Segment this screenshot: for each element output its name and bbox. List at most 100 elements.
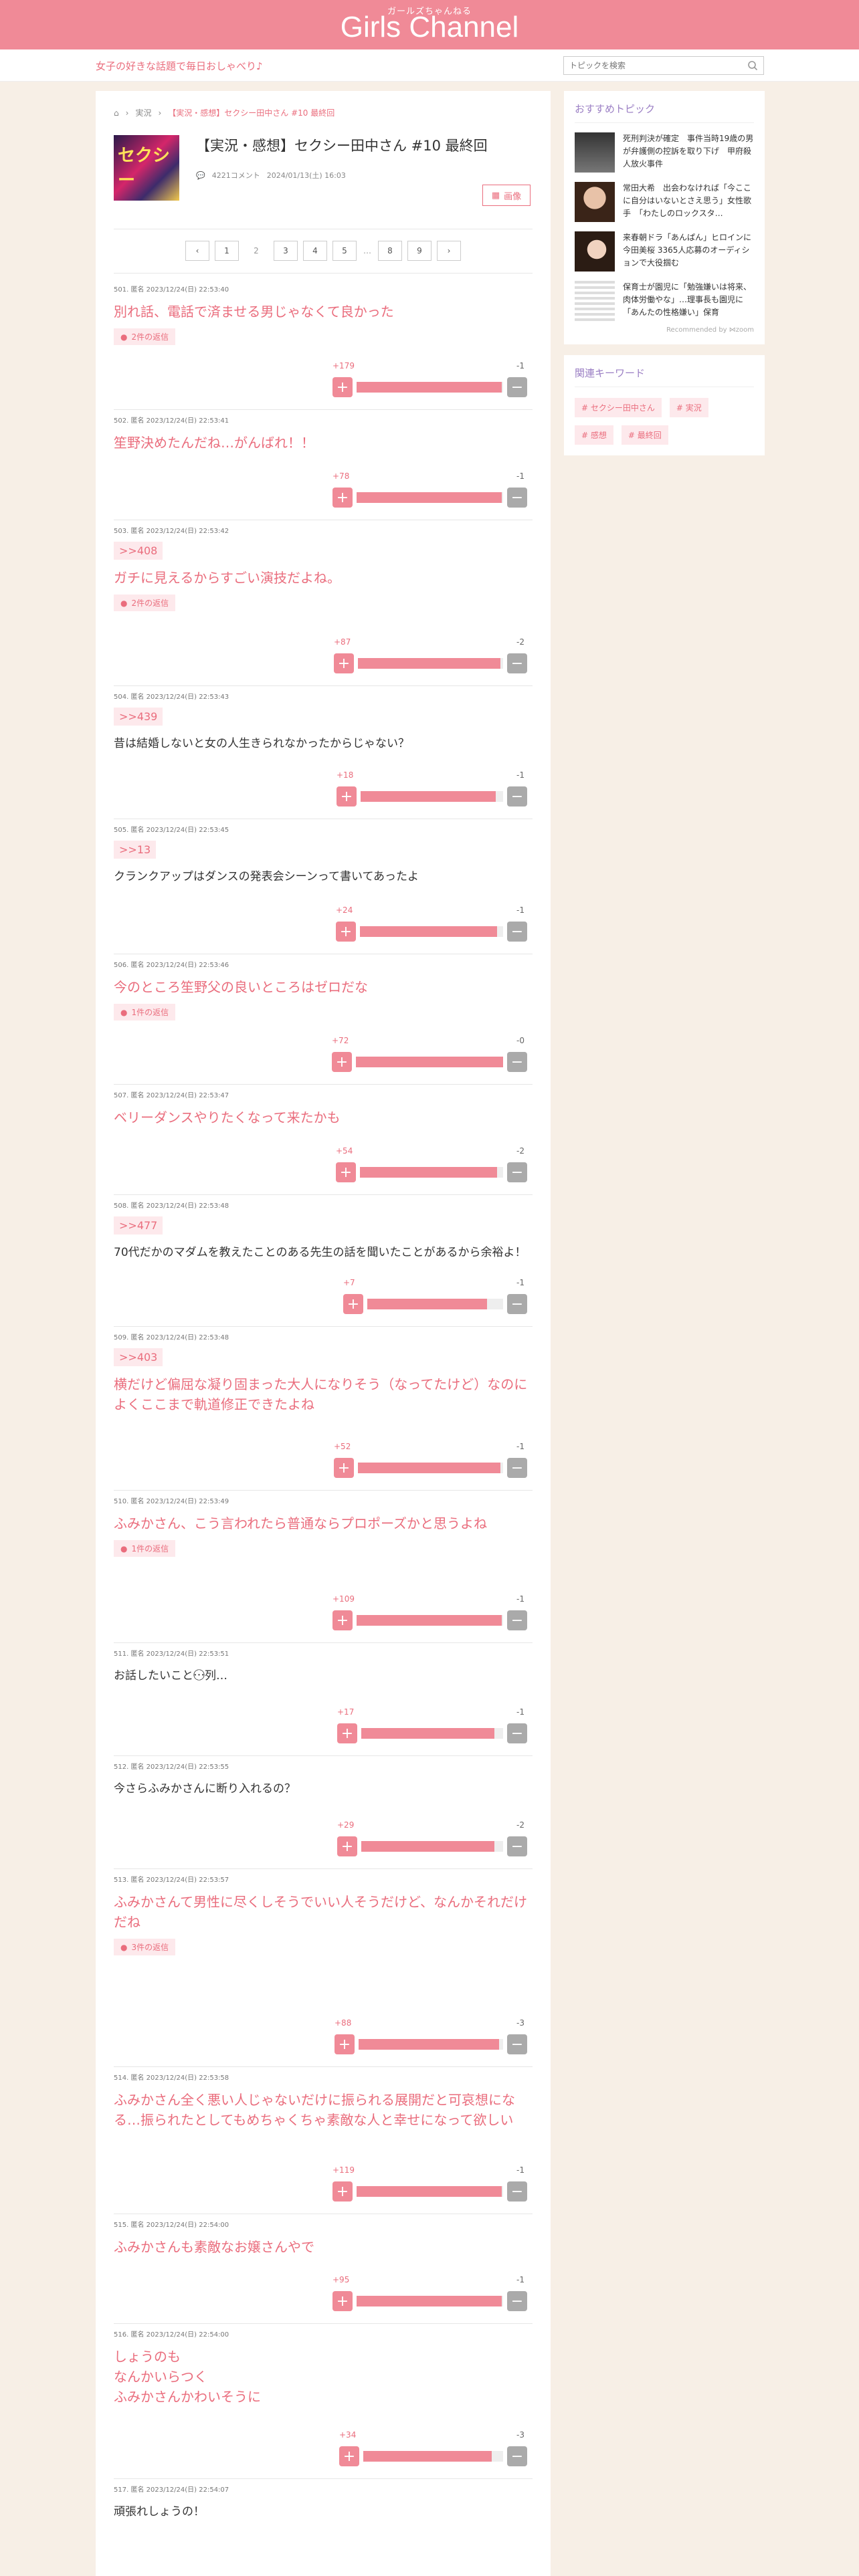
reply-anchor[interactable]: >>439: [114, 708, 163, 726]
keyword-tag[interactable]: # セクシー田中さん: [575, 398, 662, 417]
plus-count: +24: [336, 905, 353, 915]
plus-vote-button[interactable]: +: [337, 1723, 357, 1743]
search-icon[interactable]: [747, 60, 758, 71]
minus-vote-button[interactable]: −: [507, 1836, 527, 1856]
site-header: ガールズちゃんねる Girls Channel: [0, 0, 859, 49]
speech-bubble-icon: ●: [120, 1942, 128, 1952]
minus-vote-button[interactable]: −: [507, 488, 527, 508]
replies-label: 2件の返信: [131, 599, 169, 608]
pager-item[interactable]: 4: [303, 241, 327, 261]
plus-vote-button[interactable]: +: [337, 786, 357, 807]
plus-vote-button[interactable]: +: [334, 1458, 354, 1478]
home-icon[interactable]: ⌂: [114, 108, 119, 118]
minus-count: -3: [516, 2430, 524, 2440]
comment-header: 513. 匿名 2023/12/24(日) 22:53:57: [114, 1876, 229, 1884]
plus-count: +95: [332, 2275, 350, 2284]
comment-body: 今さらふみかさんに断り入れるの？: [114, 1782, 296, 1796]
keyword-tag[interactable]: # 実況: [669, 398, 708, 417]
plus-vote-button[interactable]: +: [334, 653, 354, 673]
comment-item: 509. 匿名 2023/12/24(日) 22:53:48 >>403 横だけど偏…: [114, 1331, 533, 1495]
minus-vote-button[interactable]: −: [507, 653, 527, 673]
reply-anchor[interactable]: >>403: [114, 1348, 163, 1366]
divider: [114, 1755, 533, 1756]
plus-vote-button[interactable]: +: [332, 2181, 353, 2202]
divider: [114, 1326, 533, 1327]
plus-vote-button[interactable]: +: [336, 1162, 356, 1182]
recommend-text: 常田大希 出会わなければ「今ここに自分はいないとさえ思う」女性歌手 「わたしのロ…: [623, 183, 752, 218]
minus-vote-button[interactable]: −: [507, 2446, 527, 2466]
comment-header: 503. 匿名 2023/12/24(日) 22:53:42: [114, 528, 229, 535]
pager-item[interactable]: 3: [274, 241, 298, 261]
minus-vote-button[interactable]: −: [507, 922, 527, 942]
vote-widget: + − +17 -1: [337, 1707, 527, 1743]
reply-anchor[interactable]: >>477: [114, 1216, 163, 1235]
replies-badge[interactable]: ● 3件の返信: [114, 1939, 176, 1955]
recommend-item[interactable]: 常田大希 出会わなければ「今ここに自分はいないとさえ思う」女性歌手 「わたしのロ…: [575, 182, 754, 222]
comment-item: 514. 匿名 2023/12/24(日) 22:53:58 ふみかさん全く悪い人…: [114, 2072, 533, 2219]
plus-vote-button[interactable]: +: [339, 2446, 359, 2466]
recommend-item[interactable]: 来春朝ドラ「あんぱん」ヒロインに今田美桜 3365人応募のオーディションで大役掴…: [575, 231, 754, 272]
minus-vote-button[interactable]: −: [507, 2034, 527, 2054]
recommend-item[interactable]: 保育士が園児に「勉強嫌いは将来、肉体労働やな」…理事長も園児に「あんたの性格嫌い…: [575, 281, 754, 321]
comment-body: しょうのも なんかいらつく ふみかさんかわいそうに: [114, 2349, 261, 2405]
divider: [114, 273, 533, 274]
minus-vote-button[interactable]: −: [507, 1162, 527, 1182]
minus-vote-button[interactable]: −: [507, 1052, 527, 1072]
recommend-thumb: [575, 182, 615, 222]
vote-bar-fill: [356, 1057, 503, 1067]
pager-item[interactable]: 1: [215, 241, 239, 261]
minus-vote-button[interactable]: −: [507, 1294, 527, 1314]
breadcrumb-category[interactable]: 実況: [135, 107, 151, 118]
pager-item[interactable]: 8: [378, 241, 402, 261]
breadcrumb-current[interactable]: 【実況・感想】セクシー田中さん #10 最終回: [168, 107, 335, 118]
minus-vote-button[interactable]: −: [507, 377, 527, 397]
minus-vote-button[interactable]: −: [507, 1458, 527, 1478]
topic-thumbnail[interactable]: セクシー: [114, 135, 179, 201]
vote-bar-fill: [359, 2039, 499, 2050]
vote-bar: [361, 791, 503, 802]
divider: [114, 409, 533, 410]
plus-vote-button[interactable]: +: [336, 922, 356, 942]
plus-vote-button[interactable]: +: [332, 377, 353, 397]
replies-badge[interactable]: ● 2件の返信: [114, 595, 176, 611]
plus-vote-button[interactable]: +: [332, 488, 353, 508]
minus-vote-button[interactable]: −: [507, 1723, 527, 1743]
replies-badge[interactable]: ● 2件の返信: [114, 328, 176, 345]
minus-count: -2: [516, 1820, 524, 1830]
plus-vote-button[interactable]: +: [332, 1052, 352, 1072]
reply-anchor[interactable]: >>13: [114, 841, 157, 859]
vote-bar-fill: [363, 2451, 492, 2462]
site-logo[interactable]: Girls Channel: [0, 11, 859, 44]
comment-header: 509. 匿名 2023/12/24(日) 22:53:48: [114, 1334, 229, 1341]
keyword-tag[interactable]: # 感想: [575, 425, 613, 445]
minus-count: -2: [516, 1146, 524, 1156]
vote-bar: [358, 1463, 503, 1473]
minus-vote-button[interactable]: −: [507, 786, 527, 807]
minus-vote-button[interactable]: −: [507, 1610, 527, 1630]
replies-badge[interactable]: ● 1件の返信: [114, 1004, 176, 1021]
keyword-tag[interactable]: # 最終回: [621, 425, 668, 445]
plus-vote-button[interactable]: +: [337, 1836, 357, 1856]
image-button[interactable]: ▦ 画像: [482, 185, 531, 206]
minus-vote-button[interactable]: −: [507, 2181, 527, 2202]
pager-item[interactable]: 9: [407, 241, 432, 261]
replies-label: 1件の返信: [131, 1008, 169, 1017]
powered-by[interactable]: Recommended by ⋈zoom: [575, 326, 754, 334]
minus-vote-button[interactable]: −: [507, 2291, 527, 2311]
pager-item[interactable]: 5: [332, 241, 357, 261]
pager-item[interactable]: ›: [437, 241, 461, 261]
recommend-item[interactable]: 死刑判決が確定 事件当時19歳の男が弁護側の控訴を取り下げ 甲府殺人放火事件: [575, 132, 754, 173]
minus-count: -1: [516, 1278, 524, 1287]
vote-widget: + − +109 -1: [332, 1594, 527, 1630]
minus-count: -1: [516, 1442, 524, 1451]
pager-item[interactable]: ‹: [185, 241, 209, 261]
plus-vote-button[interactable]: +: [335, 2034, 355, 2054]
thumbnail-text: セクシー: [118, 146, 171, 191]
search-input[interactable]: [564, 57, 738, 74]
plus-vote-button[interactable]: +: [343, 1294, 363, 1314]
replies-badge[interactable]: ● 1件の返信: [114, 1540, 176, 1557]
plus-vote-button[interactable]: +: [332, 2291, 353, 2311]
comment-item: 508. 匿名 2023/12/24(日) 22:53:48 >>477 70代だか…: [114, 1200, 533, 1331]
reply-anchor[interactable]: >>408: [114, 542, 163, 560]
plus-vote-button[interactable]: +: [332, 1610, 353, 1630]
